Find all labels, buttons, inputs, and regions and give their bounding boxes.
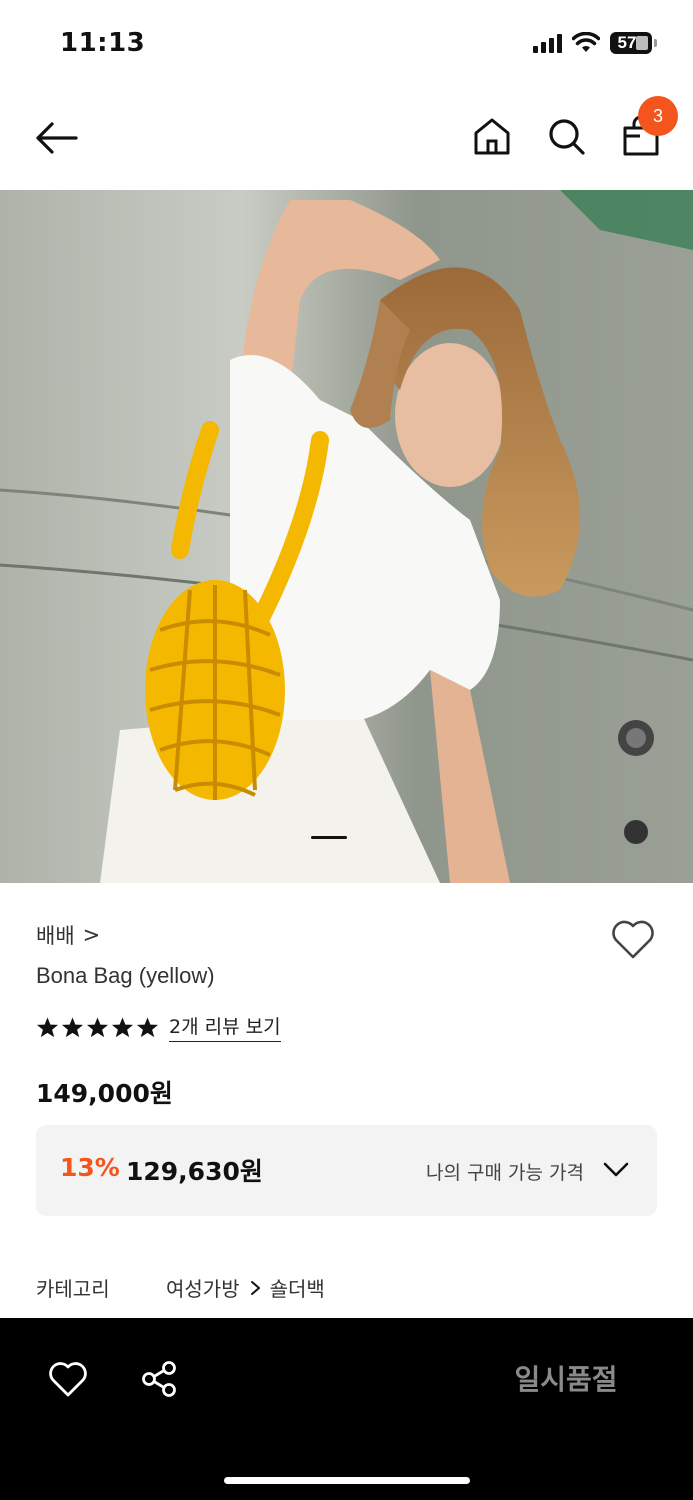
wifi-icon	[572, 32, 600, 52]
category-item[interactable]: 여성가방	[166, 1273, 240, 1302]
discount-price: 129,630원	[126, 1157, 263, 1186]
home-icon[interactable]	[472, 116, 512, 156]
original-price: 149,000원	[36, 1079, 173, 1108]
brand-link[interactable]: 배배 >	[36, 920, 100, 950]
chevron-right-icon	[250, 1280, 260, 1295]
star-icon	[86, 1016, 109, 1037]
battery-percent: 57	[617, 33, 637, 52]
star-icon	[136, 1016, 159, 1037]
share-icon[interactable]	[140, 1360, 178, 1398]
star-icon	[61, 1016, 84, 1037]
home-indicator	[224, 1477, 470, 1484]
product-photo	[0, 190, 693, 883]
category-row: 카테고리 여성가방 숄더백	[36, 1273, 325, 1302]
status-bar: 11:13 57	[0, 0, 693, 88]
product-name: Bona Bag (yellow)	[36, 963, 215, 988]
star-icon	[36, 1016, 59, 1037]
search-icon[interactable]	[546, 116, 586, 156]
wishlist-heart-icon[interactable]	[610, 918, 656, 960]
category-breadcrumb: 여성가방 숄더백	[166, 1273, 325, 1302]
brand-chevron-icon: >	[82, 923, 101, 947]
review-link[interactable]: 2개 리뷰 보기	[169, 1012, 281, 1042]
category-item[interactable]: 숄더백	[270, 1273, 325, 1302]
star-rating	[36, 1016, 159, 1039]
heart-icon[interactable]	[48, 1360, 88, 1398]
carousel-indicator	[311, 836, 347, 839]
battery-level	[636, 36, 648, 50]
brand-name: 배배	[36, 924, 75, 948]
status-icons: 57	[533, 32, 657, 54]
chevron-down-icon[interactable]	[602, 1157, 630, 1181]
rating-row: 2개 리뷰 보기	[36, 1012, 281, 1042]
cellular-signal-icon	[533, 33, 562, 53]
my-price-box[interactable]: 13% 129,630원 나의 구매 가능 가격	[36, 1125, 657, 1216]
product-image-carousel[interactable]	[0, 190, 693, 883]
soldout-button[interactable]: 일시품절	[440, 1358, 692, 1398]
top-nav: 3	[0, 88, 693, 190]
back-arrow-icon[interactable]	[34, 118, 78, 158]
discount-rate: 13%	[60, 1153, 120, 1182]
battery-icon: 57	[610, 32, 652, 54]
cart-count-badge: 3	[638, 96, 678, 136]
star-icon	[111, 1016, 134, 1037]
my-price-label: 나의 구매 가능 가격	[426, 1162, 584, 1184]
category-label: 카테고리	[36, 1277, 110, 1301]
status-time: 11:13	[60, 28, 146, 58]
bottom-action-bar: 일시품절	[0, 1318, 693, 1500]
